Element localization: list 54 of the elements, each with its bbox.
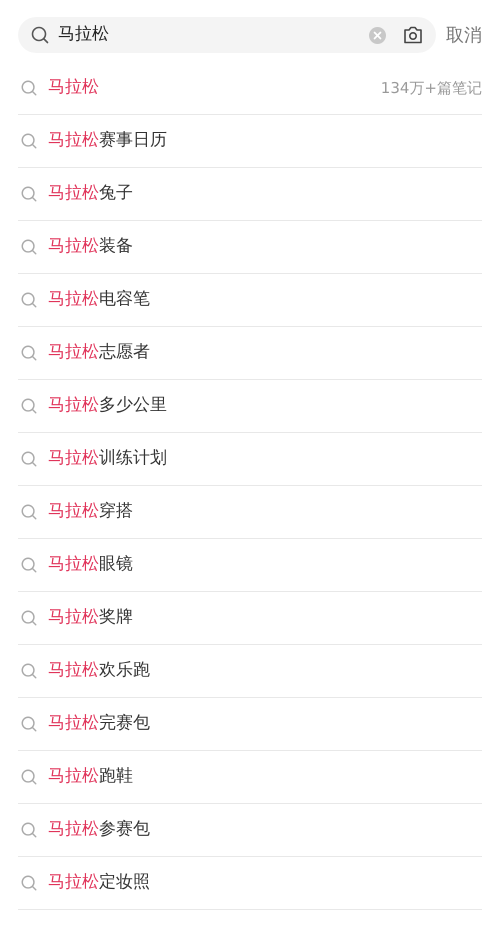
- search-icon: [20, 609, 38, 627]
- search-icon: [20, 662, 38, 680]
- suggestion-item[interactable]: 马拉松穿搭: [18, 486, 482, 539]
- search-icon: [20, 344, 38, 362]
- search-icon: [20, 291, 38, 309]
- suggestion-text: 马拉松定妆照: [48, 871, 151, 894]
- suggestion-text: 马拉松参赛包: [48, 818, 151, 842]
- suggestion-item[interactable]: 马拉松装备: [18, 221, 482, 274]
- suggestion-text: 马拉松赛事日历: [48, 129, 168, 152]
- suggestion-text: 马拉松欢乐跑: [48, 659, 151, 682]
- suggestion-text: 马拉松装备: [48, 235, 134, 258]
- suggestion-item[interactable]: 马拉松定妆照: [18, 857, 482, 910]
- search-icon: [20, 821, 38, 839]
- suggestion-item[interactable]: 马拉松跑鞋: [18, 751, 482, 804]
- suggestion-text: 马拉松完赛包: [48, 712, 151, 736]
- search-icon: [20, 132, 38, 150]
- cancel-button[interactable]: 取消: [446, 22, 482, 48]
- search-icon: [20, 556, 38, 574]
- suggestion-item[interactable]: 马拉松赛事日历: [18, 115, 482, 168]
- suggestion-text: 马拉松多少公里: [48, 394, 168, 418]
- suggestion-text: 马拉松穿搭: [48, 500, 134, 524]
- suggestion-item[interactable]: 马拉松眼镜: [18, 539, 482, 592]
- suggestion-item[interactable]: 马拉松多少公里: [18, 380, 482, 433]
- suggestion-item[interactable]: 马拉松完赛包: [18, 698, 482, 751]
- suggestion-text: 马拉松训练计划: [48, 447, 168, 470]
- search-icon: [20, 397, 38, 415]
- search-icon: [20, 715, 38, 733]
- search-icon: [20, 238, 38, 256]
- suggestion-text: 马拉松兔子: [48, 182, 134, 206]
- search-text: 马拉松: [58, 23, 110, 46]
- suggestion-item[interactable]: 马拉松兔子: [18, 168, 482, 221]
- search-icon: [20, 503, 38, 521]
- search-icon: [20, 768, 38, 786]
- suggestion-item[interactable]: 马拉松训练计划: [18, 433, 482, 486]
- suggestion-item[interactable]: 马拉松奖牌: [18, 592, 482, 645]
- suggestion-item[interactable]: 马拉松志愿者: [18, 327, 482, 380]
- search-icon: [20, 185, 38, 203]
- suggestion-item[interactable]: 马拉松电容笔: [18, 274, 482, 327]
- suggestion-text: 马拉松奖牌: [48, 606, 134, 630]
- search-icon: [20, 874, 38, 892]
- suggestion-text: 马拉松志愿者: [48, 341, 151, 364]
- search-icon: [20, 79, 38, 97]
- suggestion-item[interactable]: 马拉松参赛包: [18, 804, 482, 857]
- search-field[interactable]: 马拉松: [18, 17, 436, 53]
- suggestion-text: 马拉松: [48, 76, 100, 100]
- search-icon: [20, 450, 38, 468]
- suggestion-item[interactable]: 马拉松 134万+篇笔记: [18, 62, 482, 115]
- camera-icon[interactable]: [402, 25, 424, 45]
- suggestion-text: 马拉松跑鞋: [48, 765, 134, 788]
- note-count: 134万+篇笔记: [380, 78, 482, 99]
- suggestion-text: 马拉松电容笔: [48, 288, 151, 312]
- search-icon: [30, 25, 50, 45]
- suggestion-item[interactable]: 马拉松欢乐跑: [18, 645, 482, 698]
- suggestion-text: 马拉松眼镜: [48, 553, 134, 576]
